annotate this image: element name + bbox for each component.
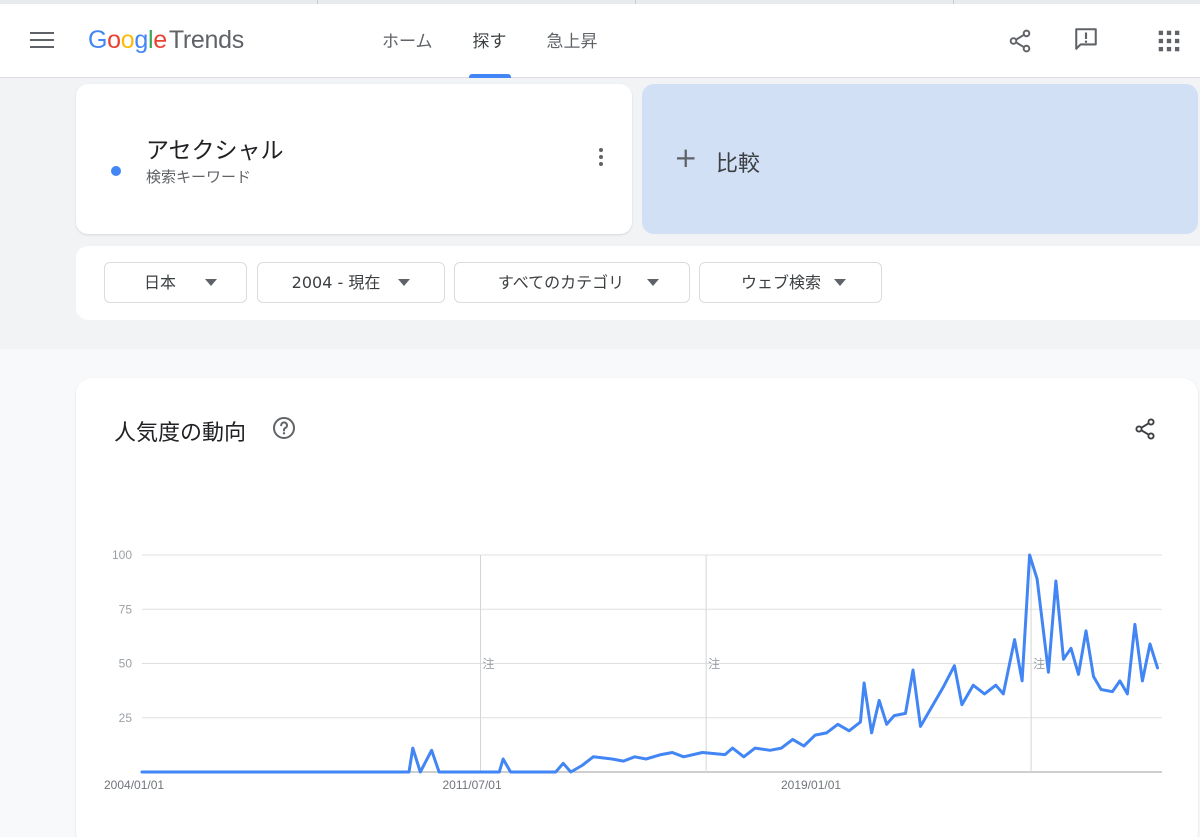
x-tick-label: 2011/07/01 xyxy=(442,778,501,792)
category-filter[interactable]: すべてのカテゴリ xyxy=(454,262,690,303)
menu-icon[interactable] xyxy=(30,32,54,50)
main-nav: ホーム 探す 急上昇 xyxy=(362,4,618,78)
share-icon[interactable] xyxy=(1007,28,1033,54)
annotation-note-marker: 注 xyxy=(482,656,494,671)
logo-google: Google xyxy=(88,26,167,54)
term-color-dot xyxy=(111,166,121,176)
annotation-note-marker: 注 xyxy=(1033,656,1045,671)
search-type-filter[interactable]: ウェブ検索 xyxy=(699,262,882,303)
annotation-note-marker: 注 xyxy=(708,656,720,671)
search-term-type: 検索キーワード xyxy=(146,168,252,186)
search-term-card[interactable]: アセクシャル 検索キーワード xyxy=(76,84,632,234)
logo-trends: Trends xyxy=(168,26,244,54)
caret-down-icon xyxy=(647,279,659,286)
caret-down-icon xyxy=(834,279,846,286)
trend-line-chart[interactable]: 25 50 75 100 注 注 注 2004/01/01 2011/07/01 2019/01/… xyxy=(76,378,1198,837)
more-options-icon[interactable] xyxy=(598,148,604,170)
compare-button[interactable]: + 比較 xyxy=(642,84,1198,234)
compare-label: 比較 xyxy=(716,152,761,177)
google-trends-logo[interactable]: GoogleTrends xyxy=(88,26,244,55)
x-tick-label: 2019/01/01 xyxy=(781,778,841,792)
plus-icon: + xyxy=(674,141,698,174)
filter-bar: 日本 2004 - 現在 すべてのカテゴリ ウェブ検索 xyxy=(76,246,1200,320)
y-tick-label: 25 xyxy=(119,711,133,725)
tab-trending[interactable]: 急上昇 xyxy=(527,4,618,78)
region-filter-label: 日本 xyxy=(143,273,176,292)
tab-explore[interactable]: 探す xyxy=(453,4,527,78)
time-range-filter[interactable]: 2004 - 現在 xyxy=(257,262,445,303)
caret-down-icon xyxy=(398,279,410,286)
feedback-icon[interactable] xyxy=(1073,26,1099,52)
y-tick-label: 50 xyxy=(119,657,133,671)
app-header: GoogleTrends ホーム 探す 急上昇 xyxy=(0,4,1200,78)
time-range-filter-label: 2004 - 現在 xyxy=(291,273,381,292)
region-filter[interactable]: 日本 xyxy=(104,262,247,303)
interest-over-time-card: 人気度の動向 25 50 75 100 注注注 2004/01/01 2011/07/01 2… xyxy=(76,378,1198,837)
caret-down-icon xyxy=(205,279,217,286)
tab-home[interactable]: ホーム xyxy=(362,4,453,78)
apps-icon[interactable] xyxy=(1156,28,1182,54)
category-filter-label: すべてのカテゴリ xyxy=(497,273,625,292)
y-tick-label: 75 xyxy=(119,602,133,616)
x-tick-label: 2004/01/01 xyxy=(104,778,164,792)
y-tick-label: 100 xyxy=(112,548,132,562)
search-term-name[interactable]: アセクシャル xyxy=(146,131,284,165)
